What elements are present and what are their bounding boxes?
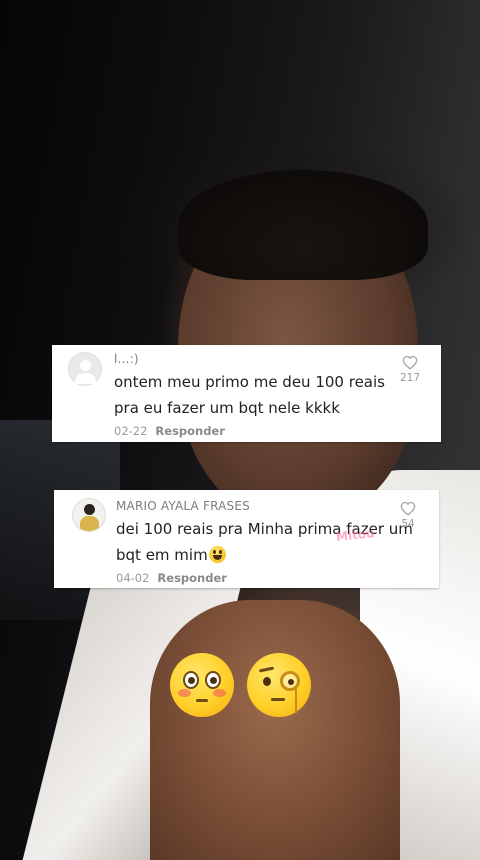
reply-button[interactable]: Responder xyxy=(155,424,225,438)
heart-outline-icon xyxy=(400,501,416,516)
face-with-monocle-icon xyxy=(247,653,311,717)
comment-username[interactable]: MARIO AYALA FRASES xyxy=(116,499,250,513)
like-count: 217 xyxy=(399,372,421,384)
comment-card: l...:) ontem meu primo me deu 100 reais … xyxy=(52,345,441,442)
person-hair xyxy=(178,170,428,280)
comment-card: MARIO AYALA FRASES dei 100 reais pra Min… xyxy=(54,490,439,588)
flushed-face-icon xyxy=(170,653,234,717)
default-avatar-icon[interactable] xyxy=(68,352,102,386)
person-chest xyxy=(150,600,400,860)
grinning-face-icon xyxy=(208,546,226,563)
comment-text: ontem meu primo me deu 100 reais pra eu … xyxy=(114,373,385,417)
user-avatar[interactable] xyxy=(72,498,106,532)
heart-outline-icon xyxy=(402,355,418,370)
comment-text: dei 100 reais pra Minha prima fazer um b… xyxy=(116,516,416,568)
reply-button[interactable]: Responder xyxy=(157,571,227,585)
comment-username[interactable]: l...:) xyxy=(114,352,139,366)
comment-meta: 02-22 Responder xyxy=(114,424,225,438)
comment-date: 04-02 xyxy=(116,571,150,585)
like-button[interactable]: 54 xyxy=(393,501,423,530)
comment-date: 02-22 xyxy=(114,424,148,438)
like-count: 54 xyxy=(401,518,415,530)
like-button[interactable]: 217 xyxy=(395,355,425,384)
comment-meta: 04-02 Responder xyxy=(116,571,227,585)
